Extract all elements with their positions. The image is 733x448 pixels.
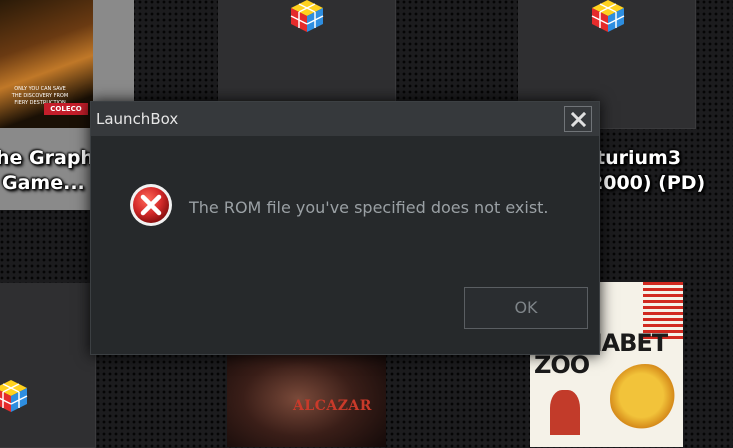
dialog-title: LaunchBox [96,110,179,128]
box-art-image[interactable]: ALCAZAR [227,340,386,447]
box-art-title: ALCAZAR [293,398,372,414]
ok-button[interactable]: OK [464,287,588,329]
rubiks-cube-icon [290,0,324,32]
game-title: he Graphi Game... [0,146,100,196]
rubiks-cube-icon [591,0,625,32]
error-dialog: LaunchBox The ROM file you've specified … [90,101,600,355]
box-art-image: ONLY YOU CAN SAVE THE DISCOVERY FROM FIE… [0,0,93,128]
close-button[interactable] [564,106,592,132]
close-icon [571,112,586,127]
game-title-line: he Graphi [0,147,101,169]
game-title-line: 2000) (PD) [590,172,706,194]
game-tile-placeholder[interactable] [0,283,96,448]
game-title-line: turium3 [596,147,682,169]
kid-illustration [550,390,580,435]
game-title: turium3 2000) (PD) [590,146,705,196]
game-title-line: Game... [2,172,85,194]
error-icon [130,184,172,226]
error-message: The ROM file you've specified does not e… [189,198,549,217]
dialog-titlebar[interactable]: LaunchBox [91,102,599,136]
lion-illustration [610,364,680,434]
rubiks-cube-icon [0,380,28,412]
publisher-badge: COLECO [44,103,88,115]
